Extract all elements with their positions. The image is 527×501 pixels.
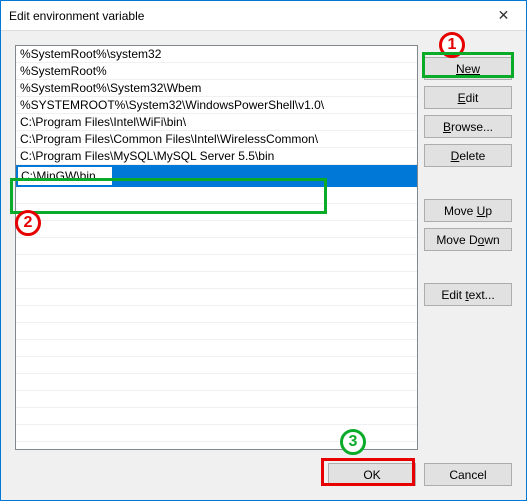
move-up-button[interactable]: Move Up [424, 199, 512, 222]
edit-button[interactable]: Edit [424, 86, 512, 109]
side-button-column: New Edit Browse... Delete Move Up Move D… [424, 45, 512, 450]
list-item-empty [16, 255, 417, 272]
list-item[interactable]: %SystemRoot% [16, 63, 417, 80]
titlebar: Edit environment variable ✕ [1, 1, 526, 31]
list-item-empty [16, 425, 417, 442]
list-item[interactable]: C:\Program Files\Intel\WiFi\bin\ [16, 114, 417, 131]
list-item-empty [16, 289, 417, 306]
list-item-empty [16, 238, 417, 255]
new-button[interactable]: New [424, 57, 512, 80]
list-item[interactable]: C:\Program Files\Common Files\Intel\Wire… [16, 131, 417, 148]
list-item-empty [16, 272, 417, 289]
close-icon: ✕ [498, 7, 510, 24]
list-item[interactable]: %SYSTEMROOT%\System32\WindowsPowerShell\… [16, 97, 417, 114]
list-item[interactable]: %SystemRoot%\system32 [16, 46, 417, 63]
close-button[interactable]: ✕ [481, 1, 526, 31]
list-item-empty [16, 340, 417, 357]
list-item-empty [16, 306, 417, 323]
list-item-empty [16, 221, 417, 238]
cancel-button[interactable]: Cancel [424, 463, 512, 486]
move-down-button[interactable]: Move Down [424, 228, 512, 251]
dialog-content: %SystemRoot%\system32 %SystemRoot% %Syst… [1, 31, 526, 500]
browse-button[interactable]: Browse... [424, 115, 512, 138]
ok-button[interactable]: OK [328, 463, 416, 486]
window-title: Edit environment variable [9, 9, 481, 23]
edit-text-button[interactable]: Edit text... [424, 283, 512, 306]
list-item-empty [16, 357, 417, 374]
path-edit-input[interactable] [17, 166, 113, 186]
list-item-empty [16, 323, 417, 340]
list-item-empty [16, 187, 417, 204]
list-item-empty [16, 374, 417, 391]
bottom-button-row: OK Cancel [328, 463, 512, 486]
delete-button[interactable]: Delete [424, 144, 512, 167]
list-item-empty [16, 391, 417, 408]
list-item-empty [16, 204, 417, 221]
path-listbox[interactable]: %SystemRoot%\system32 %SystemRoot% %Syst… [15, 45, 418, 450]
list-item[interactable]: %SystemRoot%\System32\Wbem [16, 80, 417, 97]
list-item-empty [16, 408, 417, 425]
list-item-editing[interactable] [16, 165, 417, 187]
list-item[interactable]: C:\Program Files\MySQL\MySQL Server 5.5\… [16, 148, 417, 165]
